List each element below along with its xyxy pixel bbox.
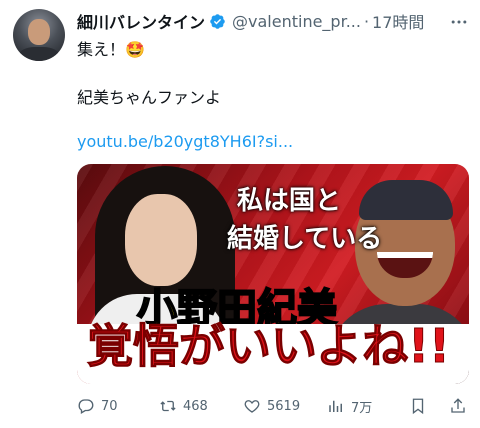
more-icon[interactable] [448, 12, 470, 32]
woman-face [125, 194, 197, 286]
avatar[interactable] [13, 9, 65, 61]
tweet-time[interactable]: 17時間 [372, 9, 424, 33]
views-button[interactable]: 7万 [327, 394, 372, 418]
bookmark-icon[interactable] [409, 394, 427, 418]
thumbnail-caption-line1: 私は国と [237, 186, 342, 216]
like-icon [244, 400, 260, 413]
avatar-face [28, 19, 50, 45]
like-button[interactable]: 5619 [243, 394, 300, 418]
views-icon [329, 400, 342, 412]
video-thumbnail[interactable]: 私は国と 結婚している 小野田紀美 覚悟がいいよね!! [77, 164, 469, 384]
reply-icon [78, 399, 94, 414]
reply-button[interactable]: 70 [77, 394, 118, 418]
verified-badge-icon [209, 13, 226, 30]
views-count: 7万 [351, 400, 373, 416]
thumbnail-slogan: 覚悟がいいよね!! [86, 319, 451, 374]
author-name[interactable]: 細川バレンタイン [77, 9, 205, 33]
thumbnail-caption-line2: 結婚している [227, 224, 383, 254]
tweet-header: 細川バレンタイン @valentine_pr... · 17時間 [77, 9, 424, 33]
author-handle[interactable]: @valentine_pr... [232, 12, 361, 31]
share-icon[interactable] [449, 394, 467, 418]
tweet-link[interactable]: youtu.be/b20ygt8YH6I?si... [77, 132, 293, 151]
tweet-text-line1: 集え！🤩 [77, 40, 145, 59]
tweet-text-line2: 紀美ちゃんファンよ [77, 88, 222, 107]
repost-button[interactable]: 468 [159, 394, 208, 418]
man-hair [359, 180, 453, 220]
repost-icon [160, 400, 176, 412]
repost-count: 468 [183, 398, 208, 414]
like-count: 5619 [267, 398, 301, 414]
avatar-shirt [19, 47, 59, 61]
separator-dot: · [363, 11, 370, 31]
action-bar: 70 468 5619 7万 [77, 394, 469, 418]
reply-count: 70 [101, 398, 118, 414]
